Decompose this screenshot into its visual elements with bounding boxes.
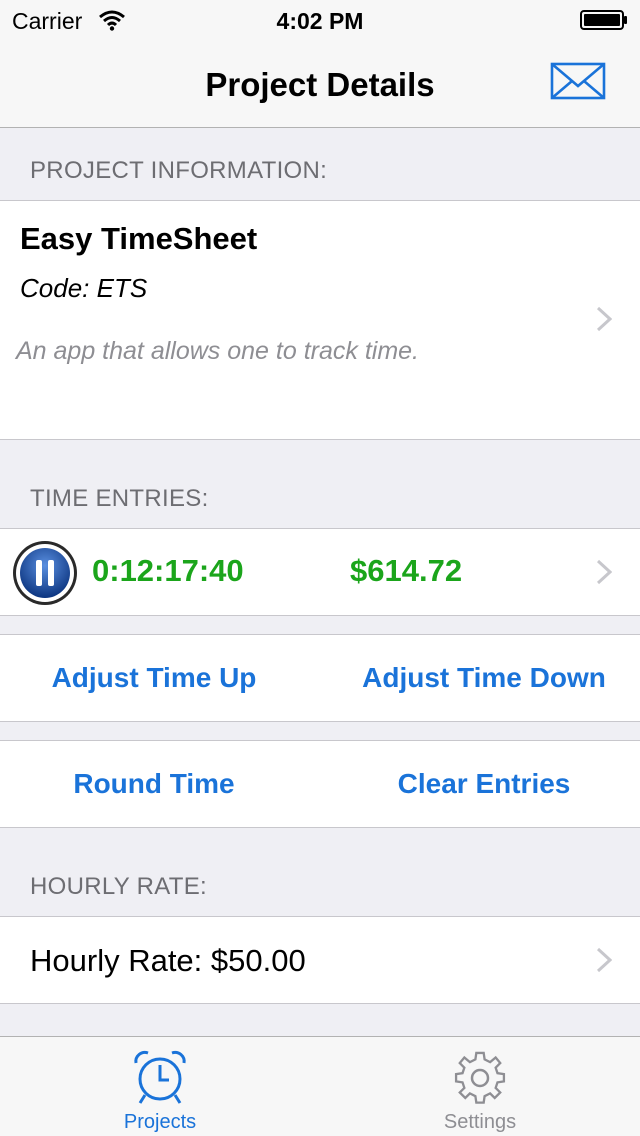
section-header-time-entries: TIME ENTRIES:: [30, 485, 209, 512]
status-time: 4:02 PM: [276, 8, 364, 34]
chevron-right-icon: [596, 306, 612, 332]
page-title: Project Details: [205, 66, 435, 103]
section-header-project-information: PROJECT INFORMATION:: [30, 157, 328, 184]
round-clear-row: Round Time Clear Entries: [0, 740, 640, 828]
tab-label-projects: Projects: [123, 1111, 197, 1133]
project-info-cell[interactable]: Easy TimeSheet Code: ETS An app that all…: [0, 200, 640, 440]
chevron-right-icon: [596, 947, 612, 973]
tab-bar: Projects Settings: [0, 1036, 640, 1136]
adjust-time-down-button[interactable]: Adjust Time Down: [324, 635, 640, 721]
pause-icon[interactable]: [12, 540, 78, 606]
total-amount: $614.72: [350, 553, 463, 588]
clear-entries-button[interactable]: Clear Entries: [324, 741, 640, 827]
adjust-time-row: Adjust Time Up Adjust Time Down: [0, 634, 640, 722]
time-entry-cell[interactable]: 0:12:17:40 $614.72: [0, 528, 640, 616]
hourly-rate-value: Hourly Rate: $50.00: [30, 943, 306, 978]
tab-settings[interactable]: Settings: [320, 1037, 640, 1136]
elapsed-time: 0:12:17:40: [92, 553, 244, 588]
navigation-bar: Project Details: [0, 40, 640, 128]
alarm-clock-icon: [134, 1050, 186, 1104]
adjust-time-up-button[interactable]: Adjust Time Up: [0, 635, 308, 721]
project-code: Code: ETS: [20, 273, 148, 303]
project-description: An app that allows one to track time.: [16, 337, 419, 365]
tab-label-settings: Settings: [443, 1111, 517, 1133]
round-time-button[interactable]: Round Time: [0, 741, 308, 827]
section-header-hourly-rate: HOURLY RATE:: [30, 873, 207, 900]
chevron-right-icon: [596, 559, 612, 585]
hourly-rate-cell[interactable]: Hourly Rate: $50.00: [0, 916, 640, 1004]
mail-icon[interactable]: [550, 60, 606, 102]
project-name: Easy TimeSheet: [20, 221, 258, 256]
battery-icon: [580, 10, 627, 30]
tab-projects[interactable]: Projects: [0, 1037, 320, 1136]
gear-icon: [454, 1051, 506, 1104]
status-bar: Carrier 4:02 PM: [0, 0, 640, 40]
